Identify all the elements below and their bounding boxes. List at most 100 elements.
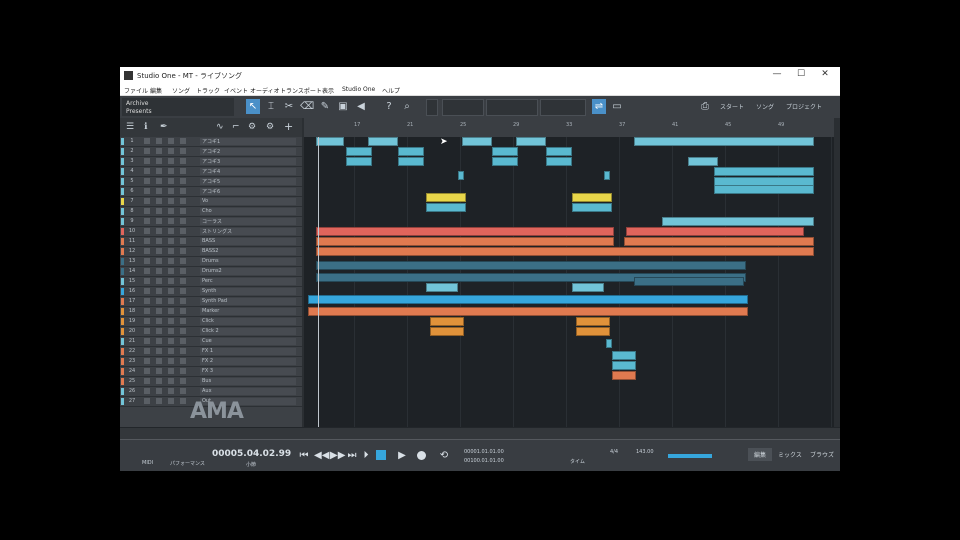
audio-event[interactable] — [634, 137, 814, 146]
menu-view[interactable]: 表示 — [322, 86, 334, 95]
edit-tab[interactable]: 編集 — [748, 448, 773, 461]
solo-button[interactable] — [156, 228, 162, 234]
audio-event[interactable] — [462, 137, 492, 146]
track-name[interactable]: Aux — [200, 388, 282, 395]
autoscroll-button[interactable]: ⇌ — [592, 99, 606, 114]
track-name[interactable]: アコギ3 — [200, 158, 282, 165]
track-name[interactable]: Perc — [200, 278, 282, 285]
track-io[interactable] — [282, 388, 296, 395]
track-row[interactable]: 18 Marker — [120, 307, 302, 317]
menu-song[interactable]: ソング — [172, 86, 190, 95]
audio-event[interactable] — [426, 193, 466, 202]
record-arm-button[interactable] — [168, 318, 174, 324]
wrench-icon[interactable]: ✒ — [160, 122, 168, 132]
track-io[interactable] — [282, 398, 296, 405]
solo-button[interactable] — [156, 338, 162, 344]
track-row[interactable]: 11 BASS — [120, 237, 302, 247]
project-tab[interactable]: プロジェクト — [786, 102, 822, 111]
track-row[interactable]: 21 Cue — [120, 337, 302, 347]
solo-button[interactable] — [156, 198, 162, 204]
monitor-button[interactable] — [180, 248, 186, 254]
quantize-field[interactable] — [442, 99, 484, 116]
mute-button[interactable] — [144, 248, 150, 254]
mute-button[interactable] — [144, 328, 150, 334]
record-arm-button[interactable] — [168, 348, 174, 354]
audio-event[interactable] — [714, 185, 814, 194]
track-io[interactable] — [282, 168, 296, 175]
loop-start[interactable]: 00001.01.01.00 — [464, 449, 504, 455]
audio-event[interactable] — [624, 237, 814, 246]
track-row[interactable]: 15 Perc — [120, 277, 302, 287]
audio-event[interactable] — [426, 283, 458, 292]
solo-button[interactable] — [156, 268, 162, 274]
solo-button[interactable] — [156, 148, 162, 154]
range-tool-button[interactable]: ⌶ — [264, 99, 278, 114]
gear-icon[interactable]: ⚙ — [248, 122, 256, 132]
audio-event[interactable] — [430, 327, 464, 336]
solo-button[interactable] — [156, 368, 162, 374]
solo-button[interactable] — [156, 318, 162, 324]
menu-event[interactable]: イベント — [224, 86, 248, 95]
monitor-button[interactable] — [180, 278, 186, 284]
snap-mode-field[interactable] — [540, 99, 586, 116]
record-arm-button[interactable] — [168, 148, 174, 154]
menu-icon[interactable]: ☰ — [126, 122, 134, 132]
audio-event[interactable] — [426, 203, 466, 212]
monitor-button[interactable] — [180, 308, 186, 314]
track-io[interactable] — [282, 308, 296, 315]
audio-event[interactable] — [346, 147, 372, 156]
audio-event[interactable] — [492, 147, 518, 156]
record-arm-button[interactable] — [168, 138, 174, 144]
track-row[interactable]: 4 アコギ4 — [120, 167, 302, 177]
track-name[interactable]: FX 2 — [200, 358, 282, 365]
track-name[interactable]: コーラス — [200, 218, 282, 225]
audio-event[interactable] — [612, 371, 636, 380]
menu-audio[interactable]: オーディオ — [250, 86, 280, 95]
solo-button[interactable] — [156, 178, 162, 184]
monitor-button[interactable] — [180, 238, 186, 244]
mute-button[interactable] — [144, 388, 150, 394]
monitor-button[interactable] — [180, 168, 186, 174]
timebase-field[interactable] — [486, 99, 538, 116]
monitor-button[interactable] — [180, 178, 186, 184]
playhead[interactable] — [318, 137, 319, 427]
printer-icon[interactable]: ⎙ — [698, 99, 712, 114]
arrow-tool-button[interactable]: ↖ — [246, 99, 260, 114]
audio-event[interactable] — [612, 351, 636, 360]
monitor-button[interactable] — [180, 148, 186, 154]
solo-button[interactable] — [156, 188, 162, 194]
solo-button[interactable] — [156, 298, 162, 304]
track-name[interactable]: アコギ4 — [200, 168, 282, 175]
track-name[interactable]: Vo — [200, 198, 282, 205]
monitor-button[interactable] — [180, 328, 186, 334]
solo-button[interactable] — [156, 358, 162, 364]
track-name[interactable]: アコギ1 — [200, 138, 282, 145]
audio-event[interactable] — [546, 147, 572, 156]
audio-event[interactable] — [576, 317, 610, 326]
audio-event[interactable] — [626, 227, 804, 236]
audio-event[interactable] — [316, 227, 614, 236]
track-row[interactable]: 16 Synth — [120, 287, 302, 297]
rewind-button[interactable]: ◀◀ — [314, 450, 329, 461]
track-row[interactable]: 24 FX 3 — [120, 367, 302, 377]
mix-tab[interactable]: ミックス — [778, 450, 802, 459]
solo-button[interactable] — [156, 258, 162, 264]
search-icon[interactable]: ⌕ — [400, 99, 414, 114]
track-io[interactable] — [282, 298, 296, 305]
track-io[interactable] — [282, 208, 296, 215]
audio-event[interactable] — [316, 137, 344, 146]
mute-button[interactable] — [144, 268, 150, 274]
monitor-button[interactable] — [180, 298, 186, 304]
browse-tab[interactable]: ブラウズ — [810, 450, 834, 459]
track-name[interactable]: ストリングス — [200, 228, 282, 235]
track-io[interactable] — [282, 218, 296, 225]
track-io[interactable] — [282, 178, 296, 185]
mute-button[interactable] — [144, 398, 150, 404]
mute-button[interactable] — [144, 348, 150, 354]
audio-event[interactable] — [572, 283, 604, 292]
menu-transport[interactable]: トランスポート — [280, 86, 322, 95]
track-row[interactable]: 12 BASS2 — [120, 247, 302, 257]
record-arm-button[interactable] — [168, 168, 174, 174]
monitor-button[interactable] — [180, 288, 186, 294]
mute-button[interactable] — [144, 148, 150, 154]
